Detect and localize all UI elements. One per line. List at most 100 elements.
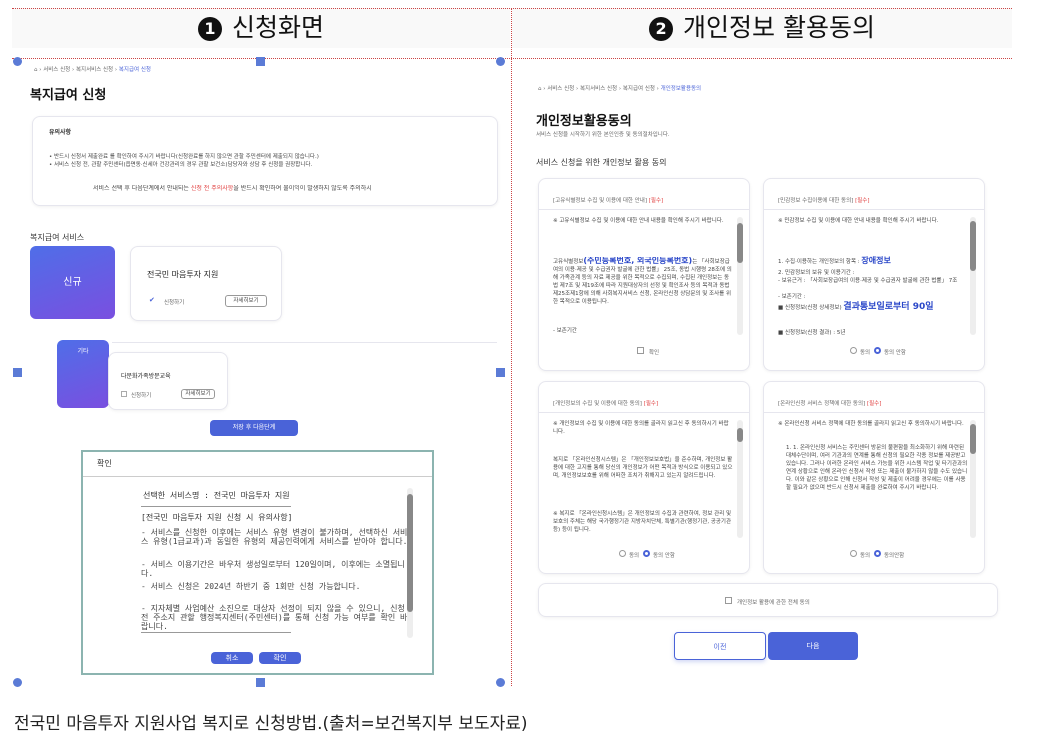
image-caption: 전국민 마음투자 지원사업 복지로 신청방법.(출처=보건복지부 보도자료) — [14, 714, 528, 734]
box4-title: [온라인신청 서비스 정책에 대한 동의] [필수] — [778, 401, 882, 407]
notice-line-2: • 서비스 신청 전, 관할 주민센터(읍면동·신세아 건강관리의 경우 관할 … — [49, 162, 313, 168]
box2-disagree-radio[interactable] — [874, 347, 881, 354]
box4-disagree-label: 동의안함 — [884, 553, 905, 559]
all-agree-checkbox[interactable] — [725, 597, 732, 604]
other-label: 기타 — [77, 348, 89, 355]
box3-agree-radio[interactable] — [619, 550, 626, 557]
row-divider — [112, 342, 497, 343]
box4-agree-label: 동의 — [860, 553, 871, 559]
r-crumb-4[interactable]: 개인정보활용동의 — [661, 86, 701, 92]
dialog-scrollbar[interactable] — [407, 488, 413, 638]
box2-line2: 2. 민감정보의 보유 및 이용기간 : — [778, 270, 855, 276]
service-2-check-label: 신청하기 — [131, 393, 152, 399]
box3-body: 복지로 「온라인신청시스템」은 「개인정보보호법」을 준수하며, 개인정보 활용… — [553, 457, 733, 479]
handle-bl[interactable] — [13, 678, 22, 687]
dialog-bullet-2: - 서비스 이용기간은 바우처 생성일로부터 120일이며, 이후에는 소멸됩니… — [141, 560, 405, 578]
box2-disagree-label: 동의 안함 — [884, 350, 906, 356]
box4-agree-radio[interactable] — [850, 550, 857, 557]
dialog-ok-button[interactable]: 확인 — [259, 652, 301, 664]
dialog-rule-1 — [141, 506, 291, 507]
service-2-checkbox[interactable] — [121, 391, 127, 397]
consent-box-personal-info: [개인정보의 수집 및 이용에 대한 동의] [필수] ※ 개인정보의 수집 및… — [538, 381, 750, 574]
service-1-detail-button[interactable]: 자세히보기 — [225, 295, 267, 307]
section-title: 복지급여 서비스 — [30, 233, 85, 242]
handle-br[interactable] — [496, 678, 505, 687]
crumb-3[interactable]: 복지급여 신청 — [119, 67, 151, 73]
save-next-button[interactable]: 저장 후 다음단계 — [210, 420, 298, 436]
header-divider-left — [12, 8, 1012, 9]
service-2-detail-button[interactable]: 자세히보기 — [181, 389, 215, 399]
box2-line6: ■ 신청정보(신청 결과) : 5년 — [778, 330, 846, 336]
notice-title: 유의사항 — [49, 129, 72, 136]
right-section-title: 서비스 신청을 위한 개인정보 활용 동의 — [536, 158, 667, 167]
page: 1 신청화면 2 개인정보 활용동의 ⌂ › 서비스 신청 › 복지서비스 신청 ›… — [0, 0, 1058, 746]
service-2-name: 다문화가족방문교육 — [121, 373, 171, 380]
header-divider-bottom — [12, 58, 1012, 59]
notice-box: 유의사항 • 반드시 신청서 제출완료 를 확인하여 주시기 바랍니다(신청완료… — [32, 116, 498, 206]
right-breadcrumb: ⌂ › 서비스 신청 › 복지서비스 신청 › 복지급여 신청 › 개인정보활용… — [538, 86, 702, 92]
handle-tm[interactable] — [256, 57, 265, 66]
new-category-tile[interactable]: 신규 — [30, 246, 115, 319]
handle-ml[interactable] — [13, 368, 22, 377]
box4-scrollbar[interactable] — [970, 420, 976, 538]
crumb-1[interactable]: 서비스 신청 — [43, 67, 70, 73]
r-crumb-2[interactable]: 복지서비스 신청 — [580, 86, 617, 92]
right-header-title: 개인정보 활용동의 — [683, 13, 875, 42]
handle-tr[interactable] — [496, 57, 505, 66]
next-button[interactable]: 다음 — [768, 632, 858, 660]
box3-scrollbar[interactable] — [737, 420, 743, 538]
right-page-subtitle: 서비스 신청을 시작하기 위한 본인인증 및 동의절차입니다. — [536, 132, 670, 138]
box1-scrollbar[interactable] — [737, 217, 743, 335]
box1-checkbox[interactable] — [637, 347, 644, 354]
service-card-2[interactable]: 다문화가족방문교육 신청하기 자세히보기 — [108, 352, 228, 410]
box2-line4: - 보존기간 : — [778, 294, 806, 300]
box4-disagree-radio[interactable] — [874, 550, 881, 557]
box3-title: [개인정보의 수집 및 이용에 대한 동의] [필수] — [553, 401, 659, 407]
box3-body-2: ※ 복지로 「온라인신청시스템」은 개인정보의 수집과 관련하여, 정보 관리 … — [553, 511, 732, 533]
handle-mr[interactable] — [496, 368, 505, 377]
service-card-1[interactable]: 전국민 마음투자 지원 ✔ 신청하기 자세히보기 — [130, 246, 282, 321]
box1-intro: ※ 고유식별정보 수집 및 이용에 대한 안내 내용을 확인해 주시기 바랍니다… — [553, 218, 724, 224]
box2-highlight-1: 장애정보 — [861, 256, 891, 265]
dialog-cancel-button[interactable]: 취소 — [211, 652, 253, 664]
dialog-bullet-1: - 서비스를 신청한 이후에는 서비스 유형 변경이 불가하며, 선택하신 서비… — [141, 528, 408, 546]
left-header: 1 신청화면 — [12, 8, 510, 48]
check-icon: ✔ — [149, 296, 155, 304]
box2-intro: ※ 민감정보 수집 및 이용에 대한 안내 내용을 확인해 주시기 바랍니다. — [778, 218, 939, 224]
left-header-title: 신청화면 — [231, 13, 324, 42]
box4-intro: ※ 온라인신청 서비스 정책에 대한 동의를 골라지 읽고신 후 동의하시기 바… — [778, 421, 964, 427]
dialog-scroll-thumb[interactable] — [407, 494, 413, 612]
confirm-dialog: 확인 선택한 서비스명 : 전국민 마음투자 지원 [전국민 마음투자 지원 신… — [81, 450, 434, 675]
box2-agree-label: 동의 — [860, 350, 871, 356]
right-header: 2 개인정보 활용동의 — [512, 8, 1012, 48]
new-label: 신규 — [63, 277, 82, 288]
box1-body: 고유식별정보(주민등록번호, 외국인등록번호)는 「사회보장급여의 이용·제공 … — [553, 257, 732, 305]
left-breadcrumb: ⌂ › 서비스 신청 › 복지서비스 신청 › 복지급여 신청 — [34, 67, 151, 73]
box3-intro: ※ 개인정보의 수집 및 이용에 대한 동의를 골라지 읽고신 후 동의하시기 … — [553, 421, 729, 435]
vertical-divider — [511, 8, 512, 686]
box2-line5: ■ 신청정보(신청 상세정보) 결과통보일로부터 90일 — [778, 302, 934, 312]
service-1-check-label: 신청하기 — [164, 300, 185, 306]
box3-title-rule — [539, 412, 749, 413]
box3-disagree-radio[interactable] — [643, 550, 650, 557]
right-page-title: 개인정보활용동의 — [536, 114, 632, 129]
box2-agree-radio[interactable] — [850, 347, 857, 354]
r-crumb-1[interactable]: 서비스 신청 — [547, 86, 574, 92]
box3-agree-label: 동의 — [629, 553, 640, 559]
all-agree-label: 개인정보 활용에 관한 전체 동의 — [737, 600, 810, 606]
handle-tl[interactable] — [13, 57, 22, 66]
notice-warning-highlight: 신청 전 주의사항 — [190, 185, 234, 192]
service-1-name: 전국민 마음투자 지원 — [147, 270, 219, 279]
r-crumb-3[interactable]: 복지급여 신청 — [623, 86, 655, 92]
other-category-tile[interactable]: 기타 — [57, 340, 109, 408]
dialog-header-line — [83, 476, 432, 477]
consent-box-sensitive: [민감정보 수집이용에 대한 동의] [필수] ※ 민감정보 수집 및 이용에 … — [763, 178, 985, 371]
box2-scrollbar[interactable] — [970, 217, 976, 335]
step-2-badge: 2 — [649, 17, 674, 41]
handle-bm[interactable] — [256, 678, 265, 687]
dialog-selected-service: 선택한 서비스명 : 전국민 마음투자 지원 — [143, 491, 290, 500]
left-page-title: 복지급여 신청 — [30, 88, 107, 103]
box2-title-rule — [764, 209, 984, 210]
prev-button[interactable]: 이전 — [674, 632, 766, 660]
crumb-2[interactable]: 복지서비스 신청 — [76, 67, 113, 73]
